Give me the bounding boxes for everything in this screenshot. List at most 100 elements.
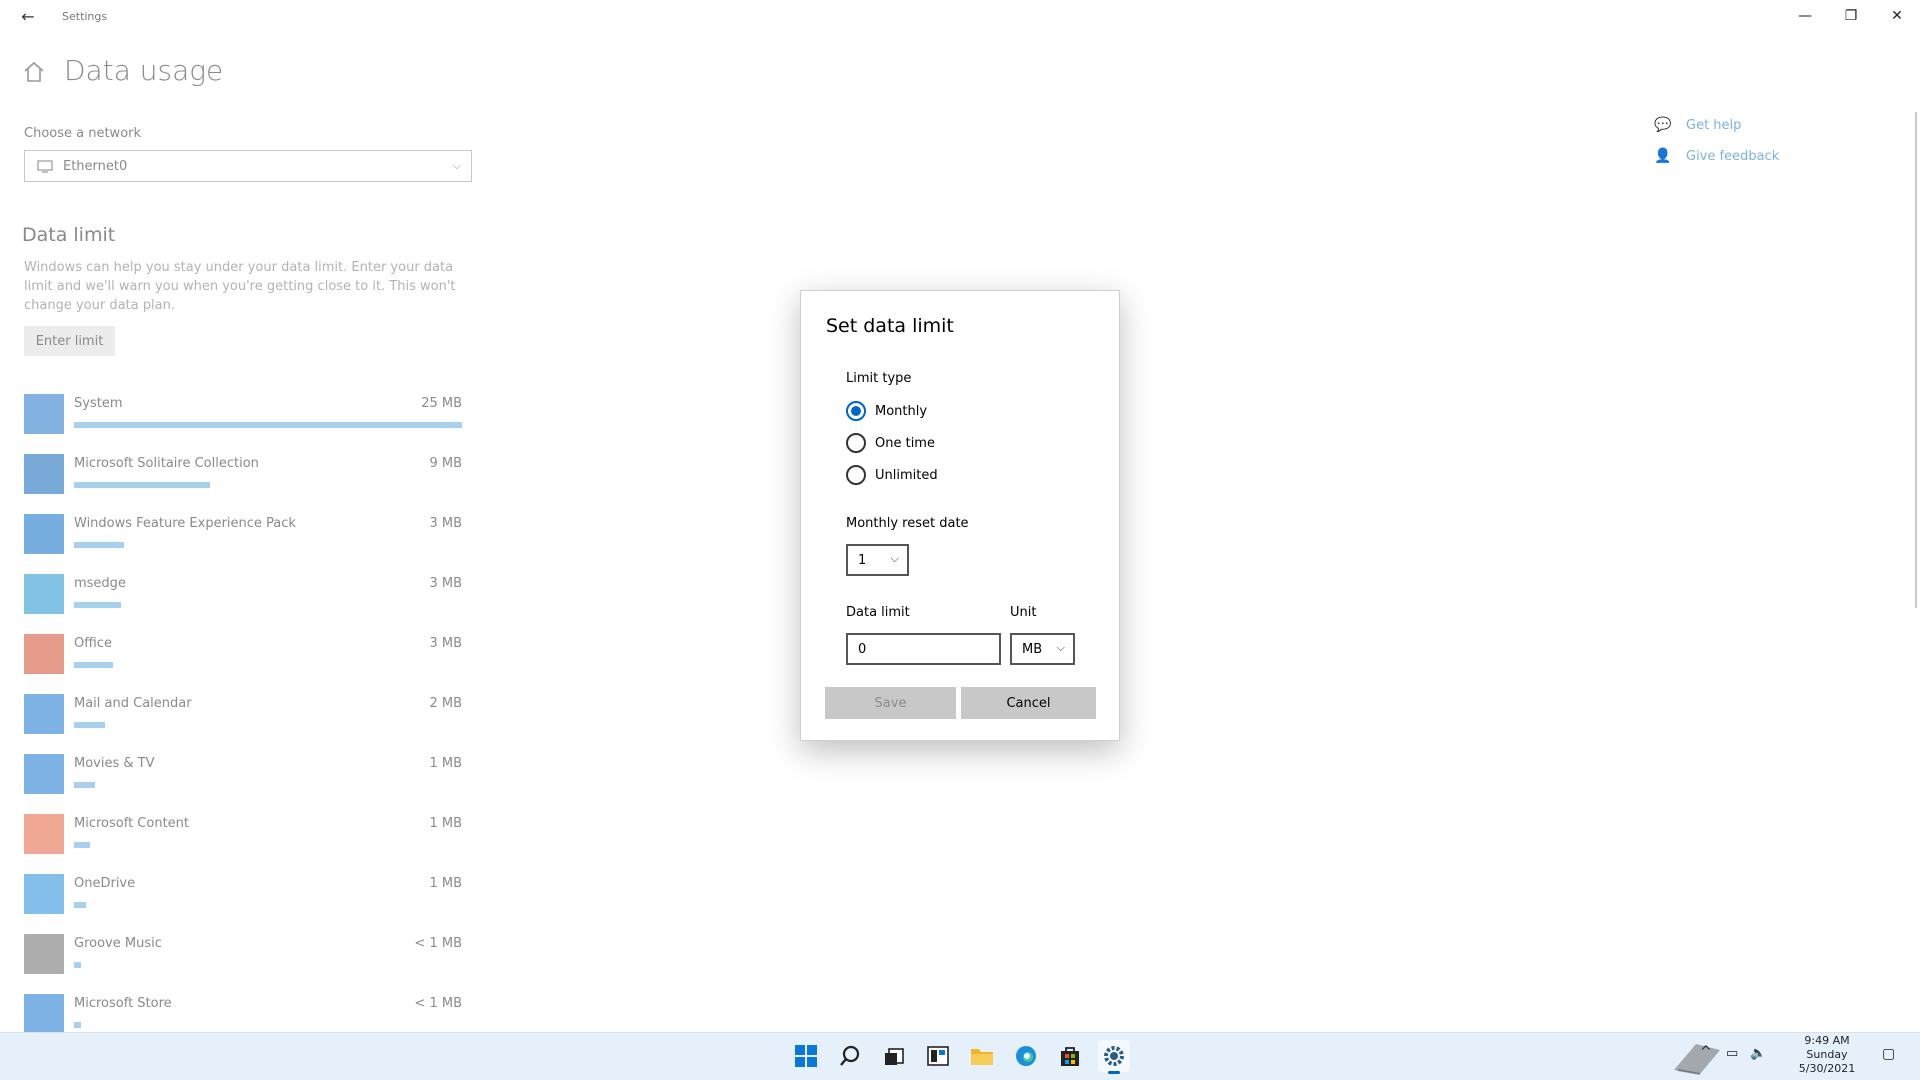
app-usage-row[interactable]: Microsoft Solitaire Collection 9 MB	[24, 452, 464, 512]
usage-bar	[74, 782, 95, 788]
app-usage-row[interactable]: Mail and Calendar 2 MB	[24, 692, 464, 752]
app-name: Microsoft Solitaire Collection	[74, 456, 259, 471]
network-dropdown[interactable]: Ethernet0 ⌵	[24, 150, 472, 182]
app-name: msedge	[74, 576, 126, 591]
radio-label: One time	[875, 435, 935, 451]
reset-date-value: 1	[858, 552, 867, 568]
app-icon	[24, 514, 64, 554]
unit-dropdown[interactable]: MB ⌵	[1010, 633, 1075, 665]
vertical-scrollbar[interactable]	[1915, 112, 1917, 608]
monitor-icon	[37, 159, 53, 173]
magnifier-icon	[840, 1045, 860, 1066]
app-usage-row[interactable]: OneDrive 1 MB	[24, 872, 464, 932]
data-usage-pane: Data usage Choose a network Ethernet0 ⌵ …	[0, 32, 480, 1034]
app-size: 1 MB	[429, 816, 462, 831]
app-size: 3 MB	[429, 636, 462, 651]
windows-logo-icon	[795, 1045, 817, 1067]
app-name: Microsoft Content	[74, 816, 189, 831]
chevron-down-icon: ⌵	[1056, 641, 1065, 654]
search-icon[interactable]	[834, 1040, 866, 1072]
restore-button[interactable]: ❐	[1828, 0, 1874, 32]
app-name: OneDrive	[74, 876, 136, 891]
reset-date-label: Monthly reset date	[846, 516, 969, 531]
volume-icon[interactable]: 🔈	[1750, 1046, 1766, 1080]
app-usage-row[interactable]: Office 3 MB	[24, 632, 464, 692]
clock-date: 5/30/2021	[1798, 1062, 1856, 1075]
usage-bar	[74, 602, 121, 608]
notification-icon[interactable]: ▢	[1882, 1046, 1895, 1080]
app-size: 1 MB	[429, 756, 462, 771]
app-usage-row[interactable]: System 25 MB	[24, 392, 464, 452]
taskbar	[0, 1032, 1920, 1080]
chevron-down-icon: ⌵	[452, 159, 461, 172]
radio-monthly[interactable]: Monthly	[846, 401, 927, 421]
system-clock[interactable]: 9:49 AM Sunday 5/30/2021	[1772, 1034, 1882, 1076]
app-size: 9 MB	[429, 456, 462, 471]
app-icon	[24, 454, 64, 494]
close-button[interactable]: ✕	[1874, 0, 1920, 32]
enter-limit-button[interactable]: Enter limit	[24, 326, 115, 356]
data-limit-input[interactable]: 0	[846, 633, 1001, 665]
app-icon	[24, 934, 64, 974]
app-size: < 1 MB	[414, 936, 462, 951]
task-view-glyph	[885, 1048, 904, 1065]
app-usage-row[interactable]: msedge 3 MB	[24, 572, 464, 632]
app-usage-row[interactable]: Movies & TV 1 MB	[24, 752, 464, 812]
unit-label: Unit	[1010, 605, 1037, 620]
usage-bar	[74, 722, 105, 728]
app-icon	[24, 874, 64, 914]
app-usage-row[interactable]: Windows Feature Experience Pack 3 MB	[24, 512, 464, 572]
radio-unlimited[interactable]: Unlimited	[846, 465, 938, 485]
cancel-button[interactable]: Cancel	[961, 687, 1096, 719]
app-icon	[24, 574, 64, 614]
app-usage-list: System 25 MB Microsoft Solitaire Collectio…	[24, 392, 464, 1052]
app-size: < 1 MB	[414, 996, 462, 1011]
settings-icon[interactable]	[1098, 1040, 1130, 1074]
app-usage-row[interactable]: Microsoft Content 1 MB	[24, 812, 464, 872]
save-button[interactable]: Save	[825, 687, 956, 719]
unit-value: MB	[1022, 641, 1043, 657]
app-name: System	[74, 396, 123, 411]
radio-label: Monthly	[875, 403, 928, 419]
start-icon[interactable]	[790, 1040, 822, 1072]
radio-one-time[interactable]: One time	[846, 433, 935, 453]
reset-date-dropdown[interactable]: 1 ⌵	[846, 544, 909, 576]
app-icon	[24, 694, 64, 734]
minimize-button[interactable]: —	[1782, 0, 1828, 32]
widgets-glyph	[927, 1046, 949, 1066]
give-feedback-link[interactable]: 👤 Give feedback	[1654, 148, 1779, 164]
title-bar: ← Settings — ❐ ✕	[0, 0, 1920, 32]
folder-icon	[971, 1049, 993, 1065]
get-help-label: Get help	[1686, 117, 1742, 133]
get-help-link[interactable]: 💬 Get help	[1654, 117, 1741, 133]
gear-icon	[1104, 1046, 1124, 1066]
task-view-icon[interactable]	[878, 1040, 910, 1072]
app-icon	[24, 754, 64, 794]
back-button[interactable]: ←	[8, 2, 48, 30]
limit-type-label: Limit type	[846, 371, 912, 386]
app-name: Microsoft Store	[74, 996, 172, 1011]
data-limit-label: Data limit	[846, 605, 910, 620]
home-icon[interactable]	[22, 60, 46, 84]
network-tray-icon[interactable]: ▭	[1726, 1046, 1738, 1080]
back-arrow-icon: ←	[21, 6, 35, 26]
app-name: Movies & TV	[74, 756, 155, 771]
app-name: Office	[74, 636, 112, 651]
edge-browser-icon	[1016, 1046, 1036, 1066]
network-label: Choose a network	[24, 126, 142, 141]
clock-day: Sunday	[1806, 1048, 1848, 1061]
app-name: Groove Music	[74, 936, 162, 951]
usage-bar	[74, 482, 210, 488]
edge-icon[interactable]	[1010, 1040, 1042, 1072]
file-explorer-icon[interactable]	[966, 1040, 998, 1072]
store-icon[interactable]	[1054, 1040, 1086, 1072]
app-usage-row[interactable]: Groove Music < 1 MB	[24, 932, 464, 992]
app-icon	[24, 634, 64, 674]
dialog-title: Set data limit	[826, 315, 954, 337]
radio-unchecked-icon	[846, 465, 866, 485]
usage-bar	[74, 422, 462, 428]
app-icon	[24, 394, 64, 434]
tray-expand-icon[interactable]: ^	[1700, 1044, 1712, 1080]
widgets-icon[interactable]	[922, 1040, 954, 1072]
radio-label: Unlimited	[875, 467, 938, 483]
